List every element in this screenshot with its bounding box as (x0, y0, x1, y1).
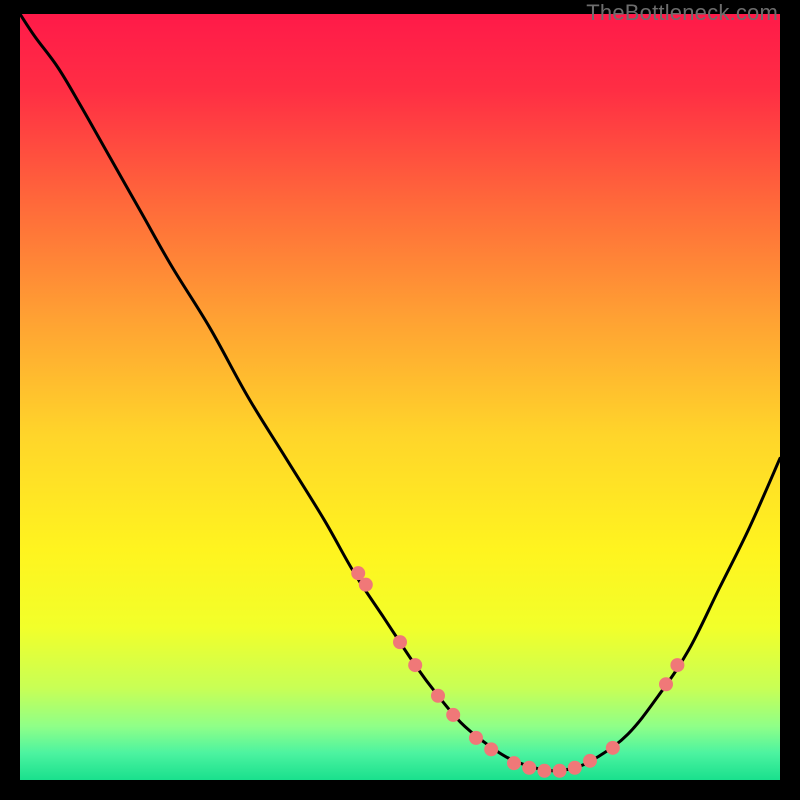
highlight-point (408, 658, 422, 672)
highlight-point (351, 566, 365, 580)
highlight-point (484, 742, 498, 756)
highlight-point (507, 756, 521, 770)
highlight-point (522, 761, 536, 775)
highlight-point (568, 761, 582, 775)
highlight-point (670, 658, 684, 672)
highlight-point (469, 731, 483, 745)
highlight-point (446, 708, 460, 722)
highlight-point (537, 764, 551, 778)
highlight-point (431, 689, 445, 703)
highlight-point (606, 741, 620, 755)
highlight-point (659, 677, 673, 691)
gradient-background (20, 14, 780, 780)
highlight-point (359, 578, 373, 592)
chart-frame (20, 14, 780, 780)
highlight-point (583, 754, 597, 768)
highlight-point (393, 635, 407, 649)
highlight-point (553, 764, 567, 778)
watermark-text: TheBottleneck.com (586, 0, 778, 26)
bottleneck-chart (20, 14, 780, 780)
